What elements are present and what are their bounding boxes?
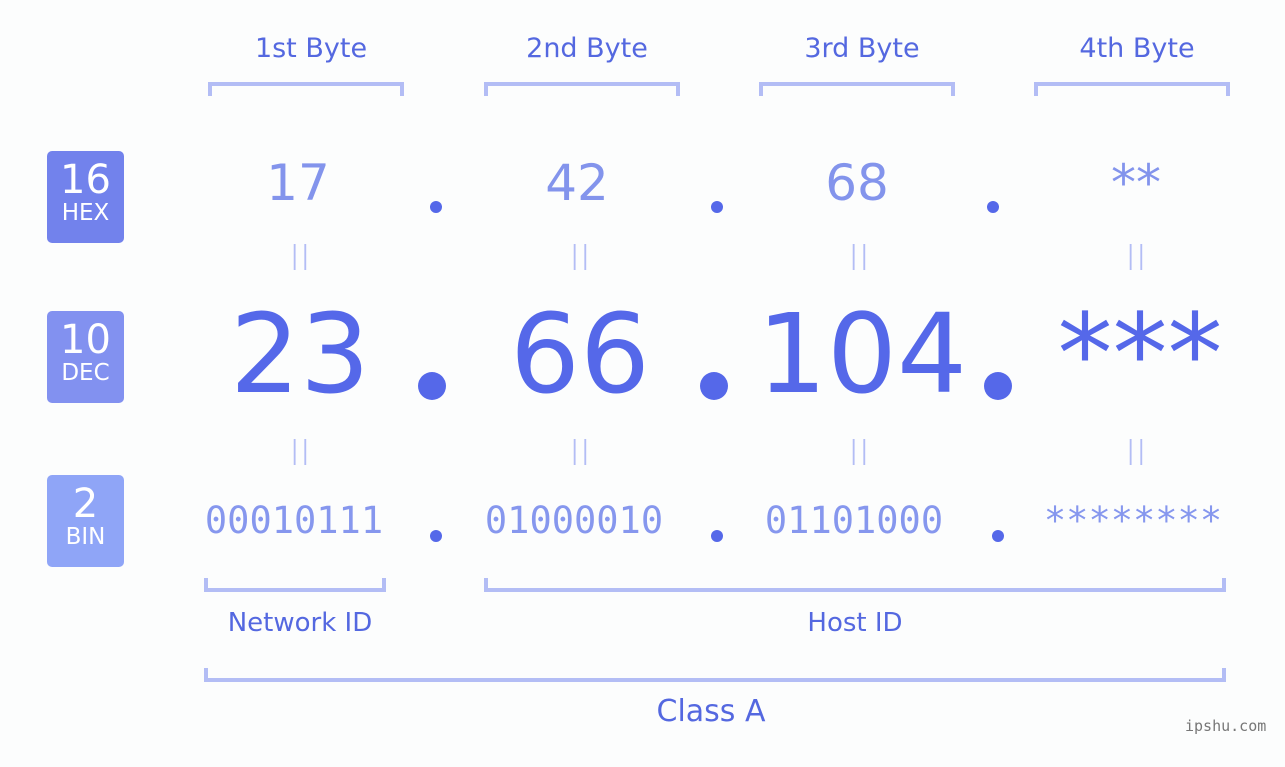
hex-dot-1 [430,201,442,213]
equals-sign: II [848,433,870,474]
badge-hex-number: 16 [60,157,111,203]
badge-bin-number: 2 [72,481,99,527]
header-byte-3: 3rd Byte [804,33,920,64]
header-byte-4: 4th Byte [1079,33,1195,64]
hex-byte-3: 68 [825,154,889,212]
bracket-byte-3 [759,82,955,96]
class-label: Class A [656,694,766,729]
bin-dot-2 [711,530,723,542]
dec-dot-1 [418,372,446,400]
badge-dec: 10 DEC [47,311,124,403]
class-bracket [204,668,1226,682]
header-byte-2: 2nd Byte [526,33,648,64]
hex-byte-1: 17 [266,154,330,212]
bin-dot-1 [430,530,442,542]
dec-byte-3: 104 [757,290,967,418]
bracket-byte-4 [1034,82,1230,96]
equals-sign: II [569,433,591,474]
header-byte-1: 1st Byte [254,33,368,64]
equals-sign: II [289,238,311,279]
bin-byte-3: 01101000 [764,499,944,542]
equals-sign: II [1125,238,1147,279]
equals-sign: II [848,238,870,279]
dec-byte-1: 23 [230,290,370,418]
badge-hex: 16 HEX [47,151,124,243]
badge-dec-number: 10 [60,317,111,363]
bracket-byte-1 [208,82,404,96]
equals-sign: II [1125,433,1147,474]
bin-dot-3 [992,530,1004,542]
equals-sign: II [569,238,591,279]
bin-byte-4: ******** [1043,499,1223,542]
badge-bin-label: BIN [65,524,106,550]
watermark: ipshu.com [1185,717,1267,735]
dec-byte-4: *** [1057,290,1223,418]
host-id-bracket [484,578,1226,592]
hex-dot-3 [987,201,999,213]
dec-byte-2: 66 [510,290,650,418]
bracket-byte-2 [484,82,680,96]
badge-hex-label: HEX [61,200,110,226]
bin-byte-1: 00010111 [204,499,384,542]
bin-byte-2: 01000010 [484,499,664,542]
network-id-label: Network ID [227,608,373,638]
hex-byte-4: ** [1111,154,1161,212]
hex-dot-2 [711,201,723,213]
dec-dot-3 [984,372,1012,400]
dec-dot-2 [700,372,728,400]
hex-byte-2: 42 [545,154,609,212]
host-id-label: Host ID [807,608,903,638]
badge-bin: 2 BIN [47,475,124,567]
badge-dec-label: DEC [61,360,110,386]
equals-sign: II [289,433,311,474]
network-id-bracket [204,578,386,592]
